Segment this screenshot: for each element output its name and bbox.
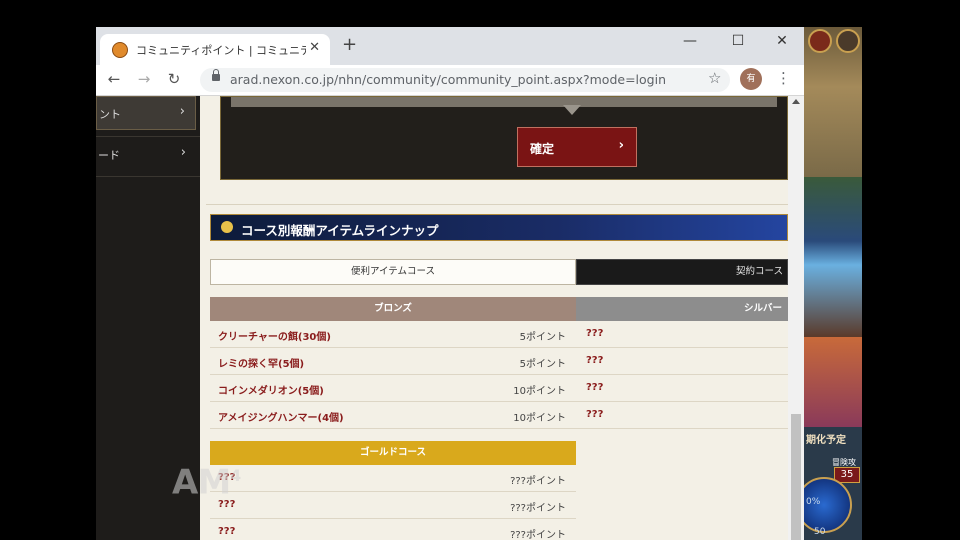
browser-menu-icon[interactable]: ⋮	[776, 69, 791, 87]
game-number: 50	[814, 527, 826, 537]
channel-watermark: AM4	[172, 454, 264, 502]
game-menu-icon[interactable]	[808, 29, 832, 53]
tab-close-icon[interactable]: ✕	[309, 40, 320, 55]
confirm-button-label: 確定	[530, 142, 555, 156]
sidebar-divider	[96, 136, 200, 137]
item-points: ???ポイント	[510, 530, 566, 540]
maximize-button[interactable]: ☐	[728, 33, 748, 49]
gold-header: ゴールドコース	[210, 441, 576, 465]
profile-avatar[interactable]: 有	[740, 68, 762, 90]
sidebar-item-label: ント	[99, 108, 121, 121]
back-button[interactable]: ←	[104, 70, 124, 88]
section-title: コース別報酬アイテムラインナップ	[241, 223, 439, 238]
chevron-right-icon: ›	[618, 138, 624, 153]
item-name: ???	[218, 526, 236, 537]
silver-item: ???	[586, 355, 604, 366]
item-points: 5ポイント	[519, 359, 566, 370]
bronze-header: ブロンズ	[210, 297, 576, 321]
silver-item: ???	[586, 328, 604, 339]
watermark-text: AM	[172, 462, 231, 503]
table-row: クリーチャーの餌(30個) 5ポイント ???	[210, 321, 788, 348]
game-percent: 0%	[806, 497, 821, 507]
item-name: アメイジングハンマー(4個)	[218, 413, 344, 424]
section-divider	[206, 204, 788, 205]
sidebar-item-board[interactable]: ード ›	[96, 138, 196, 172]
item-name: クリーチャーの餌(30個)	[218, 332, 331, 343]
arrow-down-icon	[563, 105, 581, 115]
minimize-button[interactable]: —	[680, 33, 700, 49]
table-row: レミの探く罕(5個) 5ポイント ???	[210, 348, 788, 375]
gold-table: ??? ???ポイント ??? ???ポイント ??? ???ポイント	[210, 465, 576, 540]
lock-icon	[212, 69, 220, 81]
table-row: アメイジングハンマー(4個) 10ポイント ???	[210, 402, 788, 429]
chevron-right-icon: ›	[179, 104, 185, 119]
item-points: ???ポイント	[510, 503, 566, 514]
reload-button[interactable]: ↻	[164, 70, 184, 88]
bullet-icon	[221, 221, 233, 233]
url-text[interactable]: arad.nexon.co.jp/nhn/community/community…	[230, 72, 666, 87]
browser-tab[interactable]: コミュニティポイント | コミュニティ | アラ ✕	[100, 34, 330, 65]
address-bar[interactable]: arad.nexon.co.jp/nhn/community/community…	[200, 68, 730, 92]
table-row: ??? ???ポイント	[210, 465, 576, 492]
new-tab-button[interactable]: +	[342, 36, 357, 54]
form-bar	[231, 97, 777, 107]
sidebar-item-point[interactable]: ント ›	[96, 96, 196, 130]
scroll-up-icon[interactable]	[792, 99, 800, 104]
bronze-table: クリーチャーの餌(30個) 5ポイント ??? レミの探く罕(5個) 5ポイント…	[210, 321, 788, 429]
game-scene-mid	[804, 177, 862, 337]
table-row: ??? ???ポイント	[210, 519, 576, 540]
favicon-icon	[112, 42, 128, 58]
table-row: コインメダリオン(5個) 10ポイント ???	[210, 375, 788, 402]
watermark-sup: 4	[230, 466, 241, 485]
confirm-panel: 確定 ›	[220, 96, 788, 180]
sidebar-item-label: ード	[98, 149, 120, 162]
game-window-strip: 期化予定 冒険攻 35 0% 50	[804, 27, 862, 540]
game-scene-low	[804, 337, 862, 427]
browser-toolbar: ← → ↻ arad.nexon.co.jp/nhn/community/com…	[96, 65, 804, 96]
section-header: コース別報酬アイテムラインナップ	[210, 214, 788, 241]
game-character-icon[interactable]	[836, 29, 860, 53]
silver-item: ???	[586, 409, 604, 420]
chevron-right-icon: ›	[180, 145, 186, 160]
tab-contract-course[interactable]: 契約コース	[576, 259, 788, 285]
silver-header: シルバー	[576, 297, 788, 321]
close-window-button[interactable]: ✕	[772, 33, 792, 49]
silver-item: ???	[586, 382, 604, 393]
page-scrollbar[interactable]	[788, 96, 804, 540]
item-points: 10ポイント	[513, 413, 566, 424]
table-row: ??? ???ポイント	[210, 492, 576, 519]
tab-convenience-course[interactable]: 便利アイテムコース	[210, 259, 576, 285]
item-points: ???ポイント	[510, 476, 566, 487]
forward-button[interactable]: →	[134, 70, 154, 88]
item-name: レミの探く罕(5個)	[218, 359, 305, 370]
bookmark-star-icon[interactable]: ☆	[708, 69, 721, 87]
tab-bar: コミュニティポイント | コミュニティ | アラ ✕ + — ☐ ✕	[96, 27, 804, 65]
item-points: 10ポイント	[513, 386, 566, 397]
scroll-thumb[interactable]	[791, 414, 801, 540]
item-points: 5ポイント	[519, 332, 566, 343]
course-tabs: 便利アイテムコース 契約コース	[210, 259, 788, 285]
game-notice-text: 期化予定	[806, 435, 846, 446]
sidebar-divider	[96, 176, 200, 177]
tab-title: コミュニティポイント | コミュニティ | アラ	[136, 44, 306, 57]
confirm-button[interactable]: 確定 ›	[517, 127, 637, 167]
item-name: コインメダリオン(5個)	[218, 386, 324, 397]
